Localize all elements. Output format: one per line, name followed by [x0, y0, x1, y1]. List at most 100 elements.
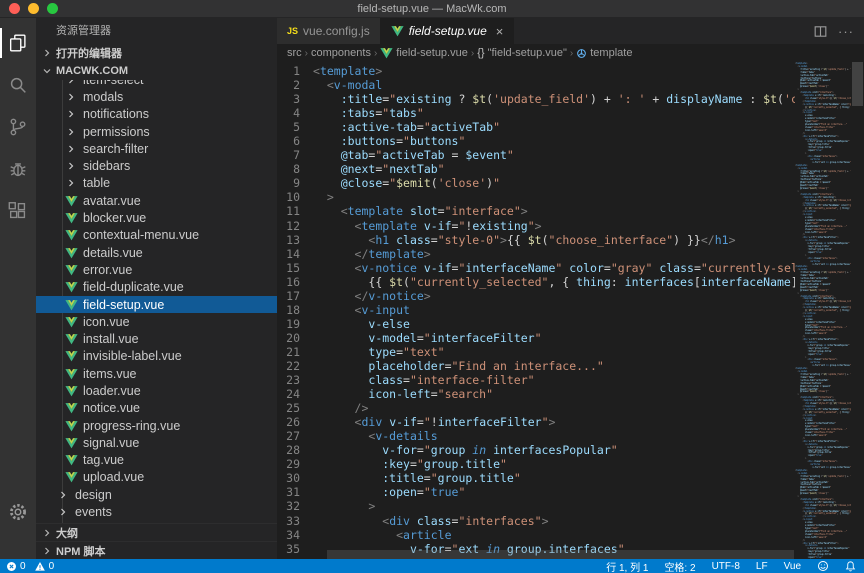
tree-file-field-setup.vue[interactable]: field-setup.vue [36, 296, 277, 313]
tree-folder-notifications[interactable]: notifications [36, 106, 277, 123]
braces-icon: {} [477, 47, 484, 59]
tree-item-label: loader.vue [83, 384, 141, 398]
search-icon[interactable] [0, 64, 36, 106]
code-line-33: 33 <div class="interfaces"> [277, 514, 795, 528]
tree-file-details.vue[interactable]: details.vue [36, 244, 277, 261]
chevron-right-icon [63, 106, 79, 122]
problems-warnings[interactable]: 0 [34, 561, 55, 572]
vscode-window: field-setup.vue — MacWk.com 资源管理器 打开的编辑器… [0, 0, 864, 573]
code-line-21: 21 type="text" [277, 345, 795, 359]
close-tab-icon[interactable]: × [496, 25, 504, 38]
code-editor[interactable]: 1<template>2 <v-modal3 :title="existing … [277, 62, 795, 559]
tree-item-label: field-duplicate.vue [83, 280, 184, 294]
minimap[interactable]: <template> <v-modal :title="existing ? $… [795, 62, 851, 559]
line-number: 23 [277, 373, 313, 387]
explorer-icon[interactable] [0, 22, 36, 64]
tree-file-loader.vue[interactable]: loader.vue [36, 382, 277, 399]
vue-file-icon [63, 210, 79, 226]
source-control-icon[interactable] [0, 106, 36, 148]
zoom-window-button[interactable] [47, 3, 58, 14]
tree-folder-events[interactable]: events [36, 503, 277, 520]
status-language-mode[interactable]: Vue [784, 561, 801, 572]
tree-file-avatar.vue[interactable]: avatar.vue [36, 192, 277, 209]
outline-section[interactable]: 大纲 [36, 523, 277, 541]
notifications-bell-icon[interactable] [845, 560, 856, 572]
chevron-right-icon [55, 504, 71, 520]
code-line-32: 32 > [277, 499, 795, 513]
tree-file-tag.vue[interactable]: tag.vue [36, 452, 277, 469]
tree-folder-permissions[interactable]: permissions [36, 123, 277, 140]
breadcrumb-item-field-setup.vue[interactable]: field-setup.vue [380, 47, 468, 59]
tree-file-signal.vue[interactable]: signal.vue [36, 434, 277, 451]
tree-file-field-duplicate.vue[interactable]: field-duplicate.vue [36, 279, 277, 296]
breadcrumb-item-template[interactable]: template [576, 47, 632, 59]
tab-field-setup.vue[interactable]: field-setup.vue × [381, 18, 515, 44]
line-number: 4 [277, 106, 313, 120]
breadcrumb-item-field-setup.vue[interactable]: {}"field-setup.vue" [477, 47, 567, 59]
vue-file-icon [63, 314, 79, 330]
status-indentation[interactable]: 空格: 2 [664, 559, 695, 573]
tree-file-contextual-menu.vue[interactable]: contextual-menu.vue [36, 227, 277, 244]
tree-folder-table[interactable]: table [36, 175, 277, 192]
tree-file-progress-ring.vue[interactable]: progress-ring.vue [36, 417, 277, 434]
tree-folder-search-filter[interactable]: search-filter [36, 140, 277, 157]
npm-scripts-label: NPM 脚本 [56, 543, 106, 559]
line-number: 26 [277, 415, 313, 429]
vue-file-icon [63, 400, 79, 416]
more-actions-icon[interactable]: ··· [838, 24, 854, 39]
extensions-icon[interactable] [0, 190, 36, 232]
split-editor-icon[interactable] [813, 24, 828, 39]
code-line-27: 27 <v-details [277, 429, 795, 443]
code-line-4: 4 :tabs="tabs" [277, 106, 795, 120]
status-cursor-position[interactable]: 行 1, 列 1 [606, 559, 648, 573]
tree-folder-modals[interactable]: modals [36, 88, 277, 105]
vue-file-icon [63, 348, 79, 364]
chevron-right-icon [55, 487, 71, 503]
open-editors-label: 打开的编辑器 [56, 45, 122, 61]
close-window-button[interactable] [9, 3, 20, 14]
breadcrumb-item-components[interactable]: components [311, 47, 371, 59]
chevron-down-icon [40, 64, 54, 78]
tree-folder-item-select[interactable]: item-select [36, 80, 277, 88]
line-number: 20 [277, 331, 313, 345]
code-line-12: 12 <template v-if="!existing"> [277, 219, 795, 233]
code-line-2: 2 <v-modal [277, 78, 795, 92]
code-line-18: 18 <v-input [277, 303, 795, 317]
tree-file-install.vue[interactable]: install.vue [36, 330, 277, 347]
code-line-15: 15 <v-notice v-if="interfaceName" color=… [277, 261, 795, 275]
tree-file-upload.vue[interactable]: upload.vue [36, 469, 277, 486]
code-line-11: 11 <template slot="interface"> [277, 204, 795, 218]
tree-folder-design[interactable]: design [36, 486, 277, 503]
vue-file-icon [391, 25, 404, 37]
settings-gear-icon[interactable] [0, 491, 36, 533]
tree-file-items.vue[interactable]: items.vue [36, 365, 277, 382]
line-number: 2 [277, 78, 313, 92]
tree-file-error.vue[interactable]: error.vue [36, 261, 277, 278]
tab-label: field-setup.vue [409, 24, 487, 38]
problems-errors[interactable]: 0 [6, 561, 26, 572]
breadcrumb-separator: › [471, 48, 474, 59]
horizontal-scrollbar-thumb[interactable] [327, 550, 794, 559]
open-editors-section[interactable]: 打开的编辑器 [36, 44, 277, 62]
tree-file-blocker.vue[interactable]: blocker.vue [36, 209, 277, 226]
tree-folder-sidebars[interactable]: sidebars [36, 157, 277, 174]
workspace-section[interactable]: MACWK.COM [36, 62, 277, 80]
debug-icon[interactable] [0, 148, 36, 190]
tab-vue.config.js[interactable]: JSvue.config.js [277, 18, 381, 44]
tree-file-icon.vue[interactable]: icon.vue [36, 313, 277, 330]
breadcrumb-item-src[interactable]: src [287, 47, 302, 59]
line-number: 15 [277, 261, 313, 275]
code-line-19: 19 v-else [277, 317, 795, 331]
status-encoding[interactable]: UTF-8 [712, 561, 740, 572]
npm-scripts-section[interactable]: NPM 脚本 [36, 541, 277, 559]
feedback-smiley-icon[interactable] [817, 560, 829, 572]
vertical-scrollbar-thumb[interactable] [852, 62, 863, 106]
vertical-scrollbar[interactable] [851, 62, 864, 559]
tree-file-notice.vue[interactable]: notice.vue [36, 400, 277, 417]
tree-item-label: events [75, 505, 112, 519]
minimize-window-button[interactable] [28, 3, 39, 14]
code-line-10: 10 > [277, 190, 795, 204]
chevron-right-icon [63, 141, 79, 157]
status-eol[interactable]: LF [756, 561, 768, 572]
tree-file-invisible-label.vue[interactable]: invisible-label.vue [36, 348, 277, 365]
